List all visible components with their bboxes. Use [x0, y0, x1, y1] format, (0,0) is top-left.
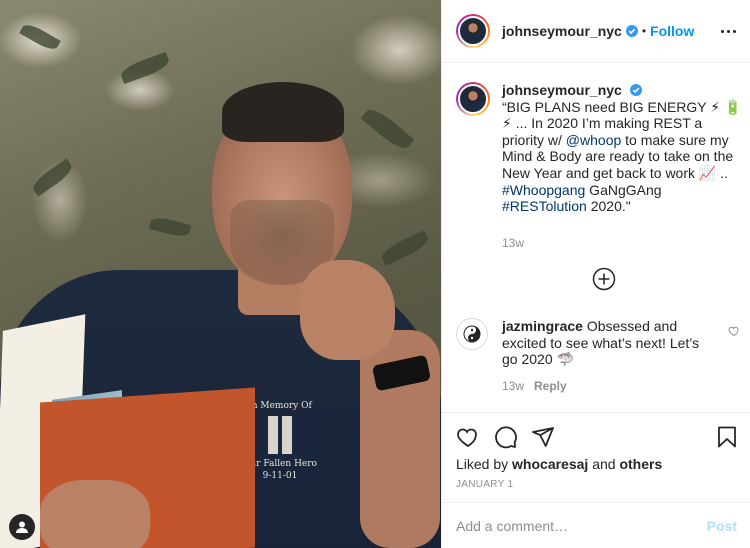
post-side-panel: johnseymour_nyc • Follow johnseymour_nyc… [441, 0, 750, 548]
share-icon[interactable] [531, 425, 555, 449]
comment-username[interactable]: jazmingrace [502, 318, 583, 334]
reply-button[interactable]: Reply [534, 379, 567, 393]
likes-joiner: and [592, 456, 616, 472]
comment-timestamp[interactable]: 13w [502, 379, 524, 393]
background-foliage [118, 51, 172, 85]
likes-others-link[interactable]: others [619, 456, 662, 472]
caption-text: “BIG PLANS need BIG ENERGY ⚡ 🔋 ⚡ ... In … [502, 99, 742, 215]
avatar[interactable] [456, 14, 490, 48]
post-photo[interactable]: In Memory Of Our Fallen Hero 9-11-01 [0, 0, 441, 548]
person-hair [222, 82, 344, 142]
post-header: johnseymour_nyc • Follow [442, 0, 750, 63]
comment-input[interactable] [456, 517, 707, 534]
header-username[interactable]: johnseymour_nyc [502, 23, 622, 39]
caption-username[interactable]: johnseymour_nyc [502, 82, 622, 98]
add-comment-bar: Post [442, 502, 750, 548]
verified-badge-icon [625, 25, 638, 37]
follow-button[interactable]: Follow [650, 23, 694, 39]
mention-link[interactable]: @whoop [566, 132, 621, 148]
bookmark-icon[interactable] [715, 425, 739, 449]
comment-icon[interactable] [494, 425, 518, 449]
separator-dot: • [641, 24, 647, 38]
plus-circle-icon[interactable] [592, 267, 616, 291]
avatar[interactable] [456, 82, 490, 116]
hashtag-link[interactable]: #RESTolution [502, 198, 587, 214]
hashtag-link[interactable]: #Whoopgang [502, 182, 585, 198]
verified-badge-icon [629, 84, 642, 96]
more-horizontal-icon[interactable] [719, 22, 737, 40]
caption-segment: GaNgGAng [585, 181, 662, 198]
person-hand [40, 480, 150, 548]
avatar[interactable] [456, 318, 488, 350]
person-hand [300, 260, 395, 360]
background-foliage [29, 158, 76, 197]
heart-icon[interactable] [456, 425, 480, 449]
caption-segment: 2020." [586, 198, 631, 215]
action-bar [442, 412, 750, 462]
tagged-users-icon[interactable] [9, 514, 35, 540]
caption-timestamp[interactable]: 13w [502, 235, 742, 252]
likes-user-link[interactable]: whocaresaj [512, 456, 588, 472]
post-comment-button[interactable]: Post [707, 518, 737, 534]
background-foliage [360, 104, 415, 154]
comment-item: jazmingrace Obsessed and excited to see … [456, 318, 746, 394]
background-foliage [148, 215, 192, 239]
post-caption: johnseymour_nyc “BIG PLANS need BIG ENER… [456, 82, 746, 251]
likes-prefix: Liked by [456, 456, 509, 472]
post-date[interactable]: JANUARY 1 [456, 479, 513, 490]
likes-summary: Liked by whocaresaj and others [456, 456, 662, 472]
instagram-post-window: In Memory Of Our Fallen Hero 9-11-01 joh… [0, 0, 750, 548]
comment-like-heart-icon[interactable] [728, 325, 740, 337]
background-foliage [378, 230, 432, 266]
background-foliage [19, 20, 61, 54]
